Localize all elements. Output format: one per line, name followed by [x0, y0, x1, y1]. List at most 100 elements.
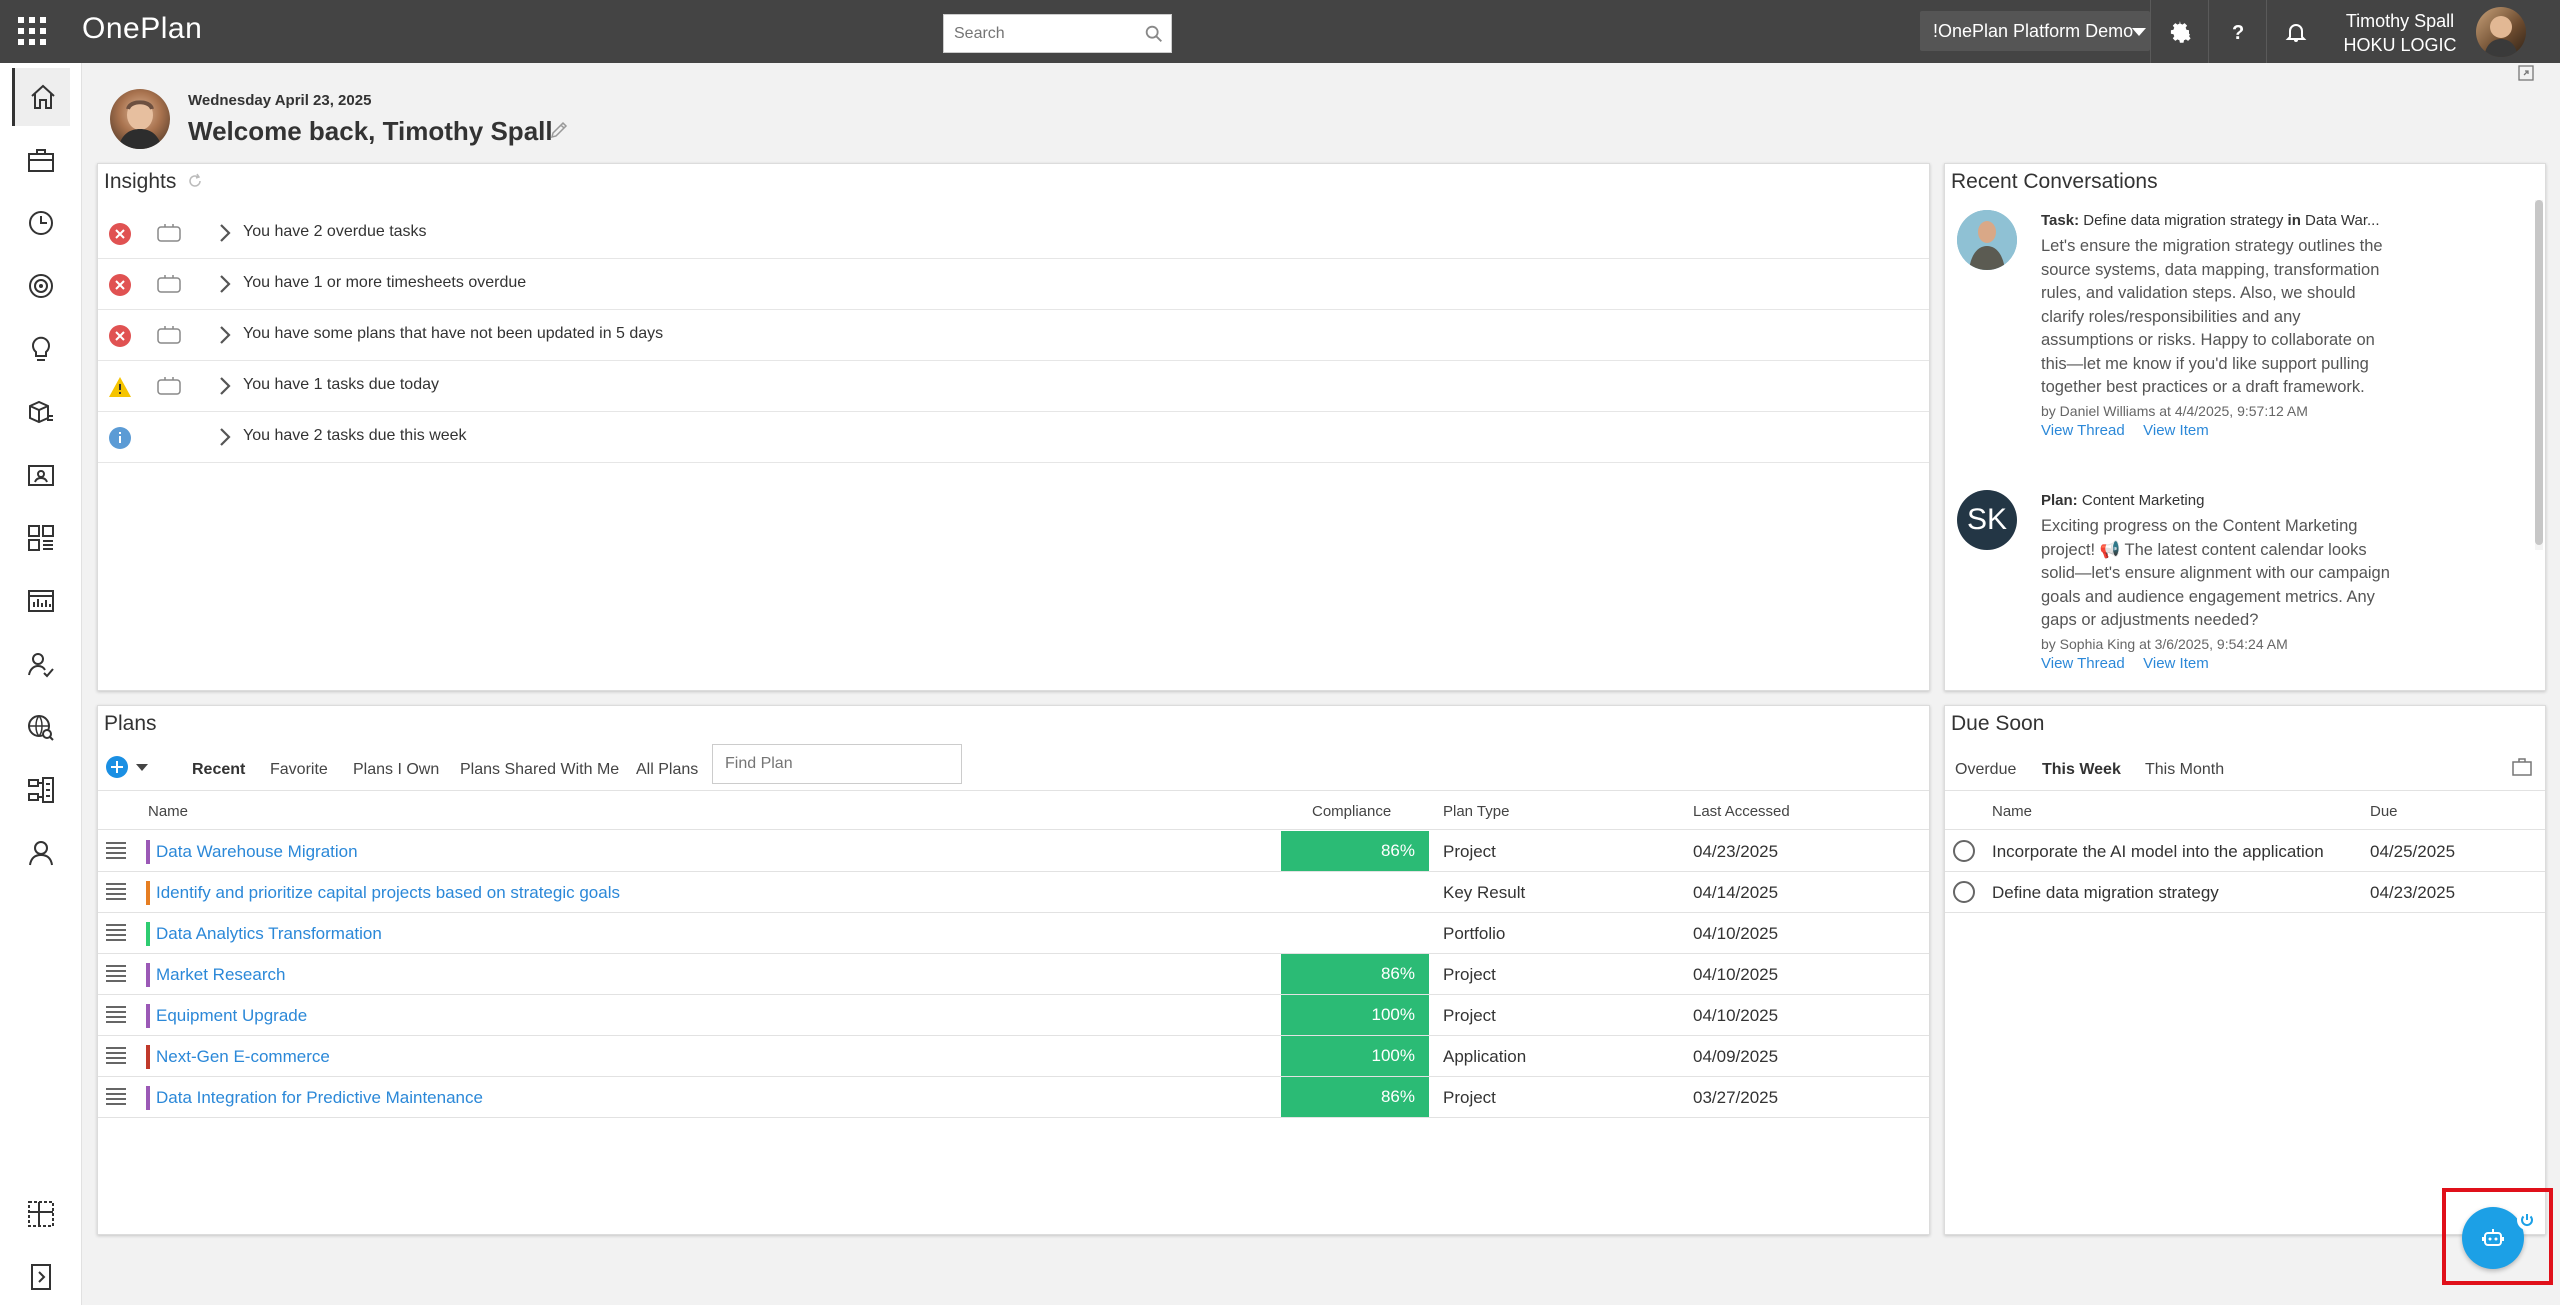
- column-last-accessed[interactable]: Last Accessed: [1693, 803, 1790, 820]
- chevron-down-icon: [2132, 28, 2146, 36]
- nav-explore[interactable]: [12, 698, 70, 756]
- nav-boards[interactable]: [12, 509, 70, 567]
- conversations-scrollbar[interactable]: [2535, 200, 2543, 550]
- complete-task-radio[interactable]: [1953, 881, 1975, 903]
- plan-name-link[interactable]: Data Integration for Predictive Maintena…: [156, 1088, 483, 1108]
- plan-name-link[interactable]: Next-Gen E-commerce: [156, 1047, 330, 1067]
- column-due[interactable]: Due: [2370, 803, 2398, 820]
- due-soon-panel: Due Soon Overdue This Week This Month Na…: [1944, 705, 2546, 1235]
- briefcase-icon: [28, 149, 54, 172]
- task-name[interactable]: Define data migration strategy: [1992, 883, 2347, 903]
- power-icon[interactable]: [2515, 1208, 2539, 1232]
- tenant-selector[interactable]: !OnePlan Platform Demo: [1920, 11, 2150, 51]
- drag-handle-icon[interactable]: [106, 924, 126, 942]
- column-plan-type[interactable]: Plan Type: [1443, 803, 1509, 820]
- tab-recent[interactable]: Recent: [192, 761, 245, 779]
- plan-color-bar: [146, 881, 150, 905]
- search-input[interactable]: [944, 15, 1134, 52]
- help-button[interactable]: ?: [2208, 0, 2266, 63]
- fullscreen-icon[interactable]: [2517, 64, 2535, 82]
- notifications-button[interactable]: [2266, 0, 2324, 63]
- nav-teams[interactable]: [12, 635, 70, 693]
- tab-plans-shared[interactable]: Plans Shared With Me: [460, 761, 619, 779]
- task-name[interactable]: Incorporate the AI model into the applic…: [1992, 842, 2347, 862]
- nav-reports[interactable]: [12, 572, 70, 630]
- nav-goals[interactable]: [12, 257, 70, 315]
- chevron-right-icon[interactable]: [216, 324, 234, 346]
- nav-organization[interactable]: [12, 761, 70, 819]
- column-name[interactable]: Name: [1992, 803, 2032, 820]
- drag-handle-icon[interactable]: [106, 1088, 126, 1106]
- plan-name-link[interactable]: Identify and prioritize capital projects…: [156, 883, 620, 903]
- column-name[interactable]: Name: [148, 803, 188, 820]
- chevron-down-icon[interactable]: [136, 764, 148, 771]
- refresh-icon[interactable]: [186, 172, 204, 190]
- drag-handle-icon[interactable]: [106, 1047, 126, 1065]
- drag-handle-icon[interactable]: [106, 965, 126, 983]
- search-box: [943, 14, 1172, 53]
- insight-text: You have 2 overdue tasks: [243, 223, 427, 240]
- home-icon: [30, 84, 55, 109]
- nav-home[interactable]: [12, 68, 70, 126]
- conversation-heading: Plan: Content Marketing: [2041, 492, 2205, 509]
- person-icon: [29, 841, 53, 866]
- plans-table-header: Name Compliance Plan Type Last Accessed: [98, 790, 1929, 830]
- plan-type: Portfolio: [1443, 924, 1506, 943]
- view-item-link[interactable]: View Item: [2143, 422, 2209, 439]
- nav-resources[interactable]: [12, 446, 70, 504]
- chevron-right-icon[interactable]: [216, 375, 234, 397]
- tab-overdue[interactable]: Overdue: [1955, 761, 2016, 779]
- view-thread-link[interactable]: View Thread: [2041, 422, 2125, 439]
- tab-favorite[interactable]: Favorite: [270, 761, 328, 779]
- column-compliance[interactable]: Compliance: [1312, 803, 1391, 820]
- insight-text: You have 1 or more timesheets overdue: [243, 274, 527, 291]
- user-info[interactable]: Timothy Spall HOKU LOGIC: [2330, 9, 2470, 57]
- conversation-links: View Thread View Item: [2041, 655, 2391, 673]
- plan-name-link[interactable]: Equipment Upgrade: [156, 1006, 307, 1026]
- warning-icon: [109, 377, 131, 397]
- tab-this-week[interactable]: This Week: [2042, 761, 2121, 779]
- nav-assets[interactable]: [12, 383, 70, 441]
- pencil-icon[interactable]: [548, 119, 570, 141]
- app-title[interactable]: OnePlan: [82, 12, 202, 46]
- view-thread-link[interactable]: View Thread: [2041, 655, 2125, 672]
- scrollbar-thumb[interactable]: [2535, 200, 2543, 545]
- plan-name-link[interactable]: Market Research: [156, 965, 285, 985]
- compliance-cell: 86%: [1281, 1077, 1429, 1117]
- plan-name-link[interactable]: Data Warehouse Migration: [156, 842, 358, 862]
- last-accessed: 04/10/2025: [1693, 965, 1779, 984]
- drag-handle-icon[interactable]: [106, 842, 126, 860]
- insight-row: You have 1 tasks due today: [98, 361, 1929, 412]
- plan-color-bar: [146, 922, 150, 946]
- briefcase-icon[interactable]: [2511, 756, 2533, 778]
- plan-name-link[interactable]: Data Analytics Transformation: [156, 924, 382, 944]
- nav-expand[interactable]: [12, 1248, 70, 1305]
- chevron-right-icon[interactable]: [216, 426, 234, 448]
- find-plan-input[interactable]: [713, 745, 959, 783]
- error-icon: [109, 223, 131, 245]
- bot-icon: [157, 275, 181, 293]
- settings-button[interactable]: [2150, 0, 2208, 63]
- nav-profile[interactable]: [12, 824, 70, 882]
- complete-task-radio[interactable]: [1953, 840, 1975, 862]
- search-icon[interactable]: [1143, 23, 1165, 45]
- avatar[interactable]: [2476, 7, 2526, 57]
- nav-time[interactable]: [12, 194, 70, 252]
- add-plan-button[interactable]: [106, 756, 128, 778]
- tab-all-plans[interactable]: All Plans: [636, 761, 698, 779]
- waffle-icon[interactable]: [18, 17, 46, 45]
- insight-row: You have 1 or more timesheets overdue: [98, 259, 1929, 310]
- plan-color-bar: [146, 1045, 150, 1069]
- nav-portfolios[interactable]: [12, 131, 70, 189]
- table-row: Data Analytics Transformation Portfolio 04…: [98, 913, 1929, 954]
- compliance-cell: 86%: [1281, 954, 1429, 994]
- tab-plans-i-own[interactable]: Plans I Own: [353, 761, 439, 779]
- chevron-right-icon[interactable]: [216, 273, 234, 295]
- nav-layout[interactable]: [12, 1185, 70, 1243]
- drag-handle-icon[interactable]: [106, 1006, 126, 1024]
- nav-ideas[interactable]: [12, 320, 70, 378]
- view-item-link[interactable]: View Item: [2143, 655, 2209, 672]
- drag-handle-icon[interactable]: [106, 883, 126, 901]
- chevron-right-icon[interactable]: [216, 222, 234, 244]
- tab-this-month[interactable]: This Month: [2145, 761, 2224, 779]
